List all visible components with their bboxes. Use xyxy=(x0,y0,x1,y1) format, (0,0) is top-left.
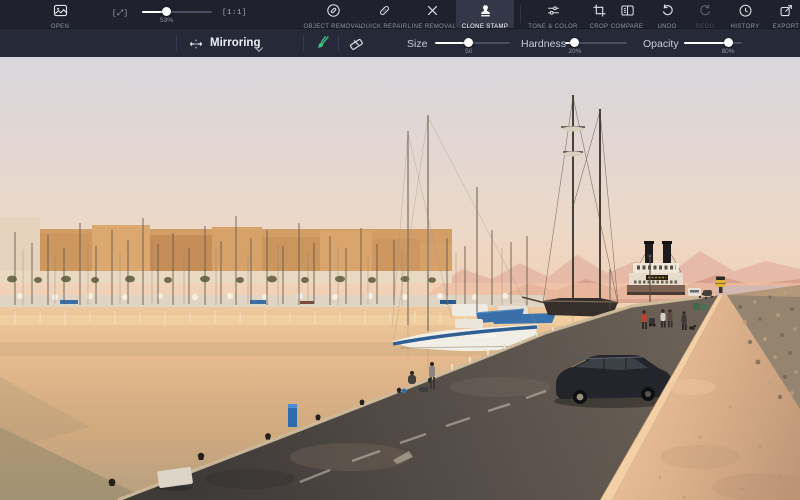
undo-button[interactable]: UNDO xyxy=(648,0,686,28)
quick-repair-button[interactable]: QUICK REPAIR xyxy=(360,0,408,28)
crop-icon xyxy=(592,3,607,23)
options-separator xyxy=(176,35,177,52)
export-button[interactable]: EXPORT xyxy=(766,0,800,28)
photo-editor-app: OPEN [⤢] 53% [1:1] OBJECT REMOVAL xyxy=(0,0,800,500)
hardness-value: 20% xyxy=(568,48,581,55)
zoom-value: 53% xyxy=(160,17,173,24)
mirroring-icon xyxy=(188,36,204,57)
chevron-down-icon[interactable] xyxy=(254,40,264,58)
tone-color-button[interactable]: TONE & COLOR xyxy=(527,0,579,28)
hardness-label: Hardness xyxy=(521,38,566,50)
compare-button[interactable]: COMPARE xyxy=(606,0,648,28)
action-group: COMPARE UNDO REDO xyxy=(606,0,800,28)
zoom-slider[interactable]: 53% xyxy=(142,7,212,17)
zoom-fit-button[interactable]: [⤢] xyxy=(112,9,129,18)
toolbar-separator xyxy=(520,5,521,23)
object-removal-button[interactable]: OBJECT REMOVAL xyxy=(306,0,360,28)
options-separator xyxy=(303,35,304,52)
line-removal-icon xyxy=(425,3,440,23)
size-label: Size xyxy=(407,38,427,50)
object-removal-icon xyxy=(326,3,341,23)
undo-icon xyxy=(660,3,675,23)
hardness-slider[interactable]: 20% xyxy=(565,38,627,48)
quick-repair-icon xyxy=(377,3,392,23)
tone-color-icon xyxy=(546,3,561,23)
line-removal-button[interactable]: LINE REMOVAL xyxy=(408,0,456,28)
tool-group: OBJECT REMOVAL QUICK REPAIR xyxy=(306,0,619,28)
harbor-photo: FELIX VITA xyxy=(0,57,800,500)
compare-icon xyxy=(620,3,635,23)
eraser-tool-button[interactable] xyxy=(348,35,365,57)
clone-stamp-icon xyxy=(478,3,493,23)
open-button[interactable]: OPEN xyxy=(40,0,80,28)
top-toolbar: OPEN [⤢] 53% [1:1] OBJECT REMOVAL xyxy=(0,0,800,28)
opacity-label: Opacity xyxy=(643,38,679,50)
opacity-slider[interactable]: 80% xyxy=(684,38,742,48)
options-separator xyxy=(338,35,339,52)
clone-stamp-options-bar: Mirroring Size 50 Hardness xyxy=(0,28,800,57)
redo-button[interactable]: REDO xyxy=(686,0,724,28)
opacity-value: 80% xyxy=(722,48,735,55)
open-image-icon xyxy=(53,3,68,23)
history-clock-icon xyxy=(738,3,753,23)
redo-icon xyxy=(698,3,713,23)
history-button[interactable]: HISTORY xyxy=(724,0,766,28)
zoom-actual-size-button[interactable]: [1:1] xyxy=(222,9,247,17)
size-slider[interactable]: 50 xyxy=(435,38,510,48)
mirroring-mode-label[interactable]: Mirroring xyxy=(210,37,260,49)
export-icon xyxy=(779,3,794,23)
clone-stamp-button[interactable]: CLONE STAMP xyxy=(456,0,514,28)
clone-brush-tool-button[interactable] xyxy=(313,34,331,57)
photo-canvas[interactable]: FELIX VITA xyxy=(0,57,800,500)
size-value: 50 xyxy=(465,48,472,55)
